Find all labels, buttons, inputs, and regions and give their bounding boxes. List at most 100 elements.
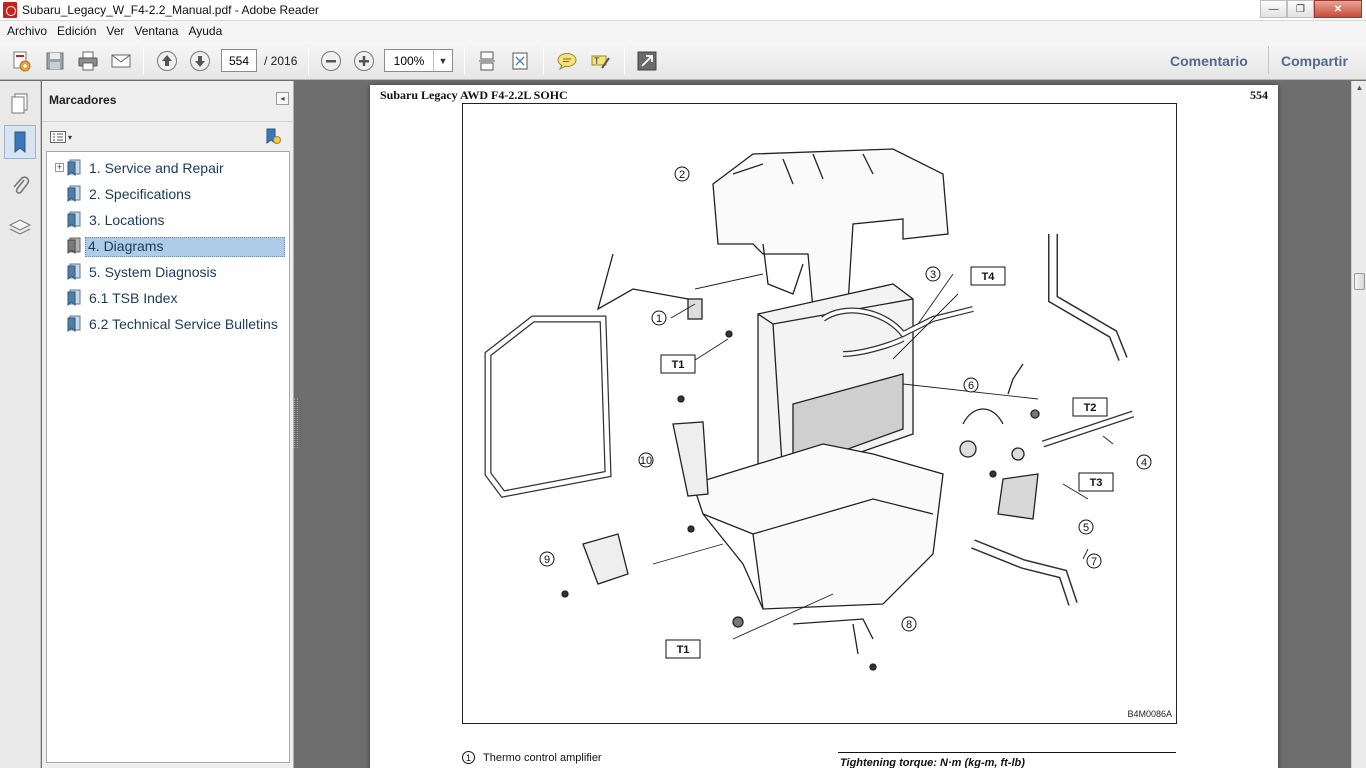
svg-text:5: 5 [1083, 522, 1089, 534]
bookmark-icon [67, 315, 81, 332]
bookmark-icon [67, 237, 81, 254]
minimize-button[interactable]: — [1260, 0, 1287, 18]
current-page-input[interactable] [221, 49, 257, 72]
document-viewport[interactable]: Subaru Legacy AWD F4-2.2L SOHC 554 1 2 3… [298, 81, 1351, 768]
maximize-button[interactable]: ❐ [1287, 0, 1314, 18]
callout-2: 2 [674, 166, 690, 182]
bookmark-options-button[interactable]: ▾ [50, 130, 76, 144]
svg-text:T4: T4 [982, 271, 996, 283]
next-page-icon[interactable] [188, 49, 212, 73]
highlight-icon[interactable]: T [588, 49, 612, 73]
hvac-exploded-view-illustration: 1 2 3 4 5 6 7 8 9 10 T1 T2 T3 T4 T1 [484, 148, 1152, 671]
save-icon[interactable] [43, 49, 67, 73]
menu-archivo[interactable]: Archivo [2, 24, 52, 38]
bookmark-item-selected[interactable]: 4. Diagrams [47, 234, 289, 260]
torque-label-t4: T4 [970, 266, 1006, 286]
options-menu-icon [50, 131, 66, 143]
svg-text:T1: T1 [672, 359, 685, 371]
create-pdf-icon[interactable] [9, 49, 33, 73]
bookmark-icon [67, 289, 81, 306]
svg-text:4: 4 [1141, 457, 1147, 469]
bookmark-label[interactable]: 5. System Diagnosis [87, 264, 219, 280]
pages-icon[interactable] [4, 87, 36, 121]
callout-6: 6 [963, 377, 979, 393]
bookmark-label[interactable]: 4. Diagrams [85, 237, 285, 257]
svg-text:7: 7 [1091, 556, 1097, 568]
page-number: 554 [1250, 88, 1268, 102]
bookmark-tree: + 1. Service and Repair 2. Specification… [46, 151, 290, 763]
torque-label-t1-lower: T1 [665, 639, 701, 659]
svg-text:2: 2 [679, 169, 685, 181]
bookmark-label[interactable]: 6.1 TSB Index [87, 290, 179, 306]
email-icon[interactable] [109, 49, 133, 73]
bookmark-label[interactable]: 3. Locations [87, 212, 167, 228]
callout-10: 10 [638, 452, 654, 468]
callout-5: 5 [1078, 519, 1094, 535]
torque-heading: Tightening torque: N·m (kg-m, ft-lb) [840, 757, 1025, 768]
callout-8: 8 [901, 616, 917, 632]
close-button[interactable]: ✕ [1314, 0, 1362, 18]
bookmark-label[interactable]: 1. Service and Repair [87, 160, 226, 176]
bookmark-item[interactable]: 6.2 Technical Service Bulletins [47, 312, 289, 338]
zoom-dropdown-icon[interactable]: ▼ [433, 50, 452, 71]
svg-text:1: 1 [656, 313, 662, 325]
share-button[interactable]: Compartir [1281, 53, 1348, 69]
bookmarks-icon[interactable] [4, 125, 36, 159]
bookmarks-panel: Marcadores ◂ ▾ + 1. Service and Repair 2… [42, 81, 294, 768]
title-bar: Subaru_Legacy_W_F4-2.2_Manual.pdf - Adob… [0, 0, 1366, 21]
zoom-out-icon[interactable] [319, 49, 343, 73]
svg-text:8: 8 [906, 619, 912, 631]
torque-label-t3: T3 [1078, 472, 1114, 492]
callout-3: 3 [925, 266, 941, 282]
bookmark-item[interactable]: + 1. Service and Repair [47, 156, 289, 182]
legend-item: 1 Thermo control amplifier [462, 751, 602, 764]
navigation-pane [0, 81, 41, 768]
scroll-thumb[interactable] [1354, 273, 1365, 290]
menu-bar: Archivo Edición Ver Ventana Ayuda [0, 21, 1366, 41]
find-bookmark-button[interactable] [263, 127, 283, 147]
sticky-note-icon[interactable] [555, 49, 579, 73]
layers-icon[interactable] [4, 211, 36, 245]
torque-label-t2: T2 [1072, 397, 1108, 417]
legend-number: 1 [462, 751, 475, 764]
svg-text:9: 9 [544, 554, 550, 566]
bookmark-item[interactable]: 6.1 TSB Index [47, 286, 289, 312]
window-title: Subaru_Legacy_W_F4-2.2_Manual.pdf - Adob… [22, 3, 319, 17]
collapse-panel-button[interactable]: ◂ [276, 92, 289, 105]
vertical-scrollbar[interactable]: ▲ [1351, 81, 1366, 768]
scroll-up-icon[interactable]: ▲ [1354, 83, 1365, 94]
bookmark-label[interactable]: 2. Specifications [87, 186, 193, 202]
zoom-input[interactable] [385, 50, 433, 71]
bookmark-item[interactable]: 5. System Diagnosis [47, 260, 289, 286]
fit-page-icon[interactable] [508, 49, 532, 73]
svg-text:6: 6 [968, 380, 974, 392]
bookmark-icon [67, 211, 81, 228]
comment-button[interactable]: Comentario [1170, 53, 1248, 69]
attachments-icon[interactable] [4, 169, 36, 203]
menu-edicion[interactable]: Edición [52, 24, 101, 38]
menu-ayuda[interactable]: Ayuda [183, 24, 227, 38]
callout-9: 9 [539, 551, 555, 567]
legend-text: Thermo control amplifier [483, 751, 602, 764]
menu-ver[interactable]: Ver [101, 24, 129, 38]
expand-icon-plus[interactable]: + [55, 163, 64, 172]
callout-7: 7 [1086, 553, 1102, 569]
pdf-page: Subaru Legacy AWD F4-2.2L SOHC 554 1 2 3… [370, 85, 1278, 768]
svg-text:T2: T2 [1084, 402, 1097, 414]
scrolling-mode-icon[interactable] [475, 49, 499, 73]
bookmarks-toolbar: ▾ [42, 121, 294, 151]
bookmark-label[interactable]: 6.2 Technical Service Bulletins [87, 316, 280, 332]
expand-icon[interactable] [635, 49, 659, 73]
bookmark-item[interactable]: 3. Locations [47, 208, 289, 234]
figure-code: B4M0086A [1127, 709, 1172, 719]
zoom-select[interactable]: ▼ [384, 49, 453, 72]
menu-ventana[interactable]: Ventana [129, 24, 183, 38]
print-icon[interactable] [76, 49, 100, 73]
svg-text:T: T [594, 56, 600, 66]
previous-page-icon[interactable] [155, 49, 179, 73]
page-header: Subaru Legacy AWD F4-2.2L SOHC [380, 88, 568, 102]
exploded-diagram: 1 2 3 4 5 6 7 8 9 10 T1 T2 T3 T4 T1 B4M0… [462, 103, 1177, 724]
toolbar: T [0, 41, 1366, 80]
zoom-in-icon[interactable] [352, 49, 376, 73]
bookmark-item[interactable]: 2. Specifications [47, 182, 289, 208]
